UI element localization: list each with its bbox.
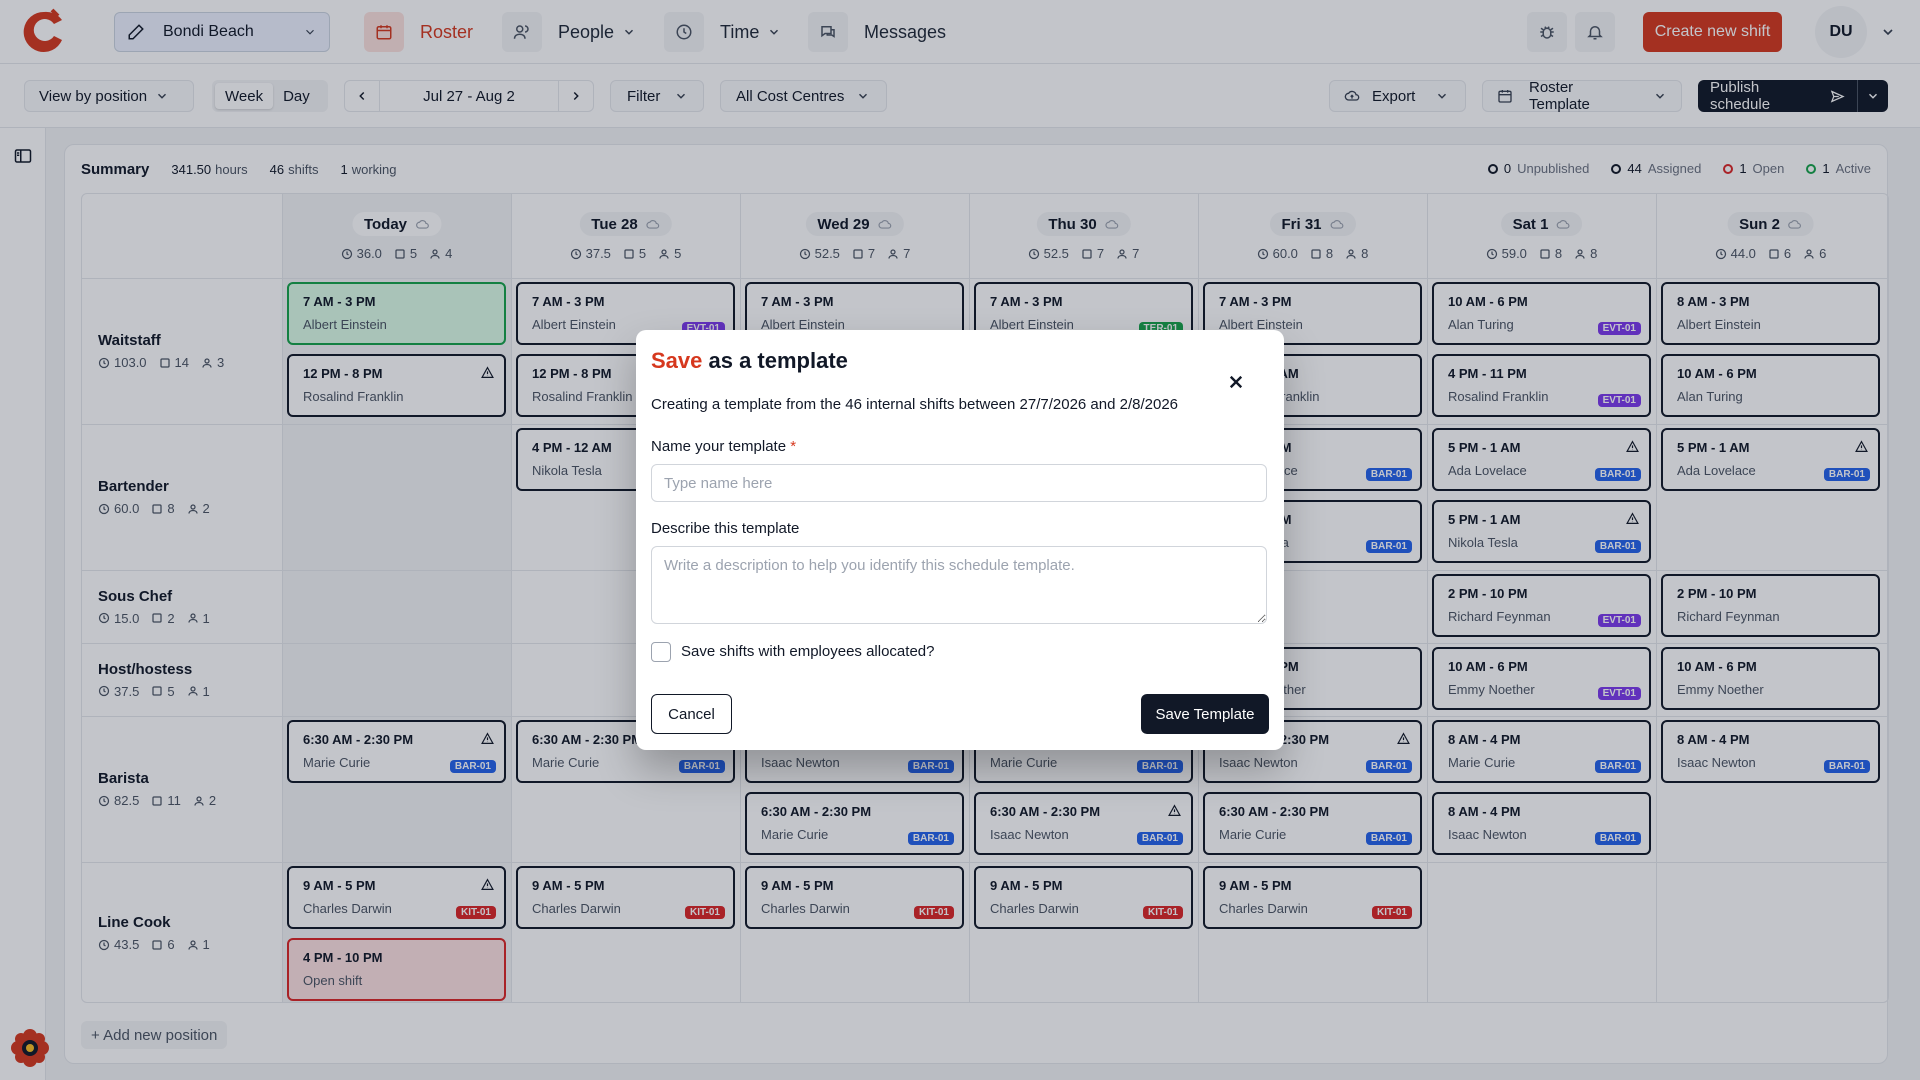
dialog-title: Save as a template: [651, 348, 848, 374]
dialog-title-rest: as a template: [702, 348, 848, 373]
cancel-button[interactable]: Cancel: [651, 694, 732, 734]
close-icon: [1227, 373, 1245, 391]
required-marker: *: [790, 438, 797, 455]
template-description-label: Describe this template: [651, 520, 800, 537]
dialog-title-accent: Save: [651, 348, 703, 373]
template-name-label: Name your template *: [651, 438, 796, 455]
close-dialog-button[interactable]: [1224, 370, 1248, 394]
template-description-textarea[interactable]: [651, 546, 1267, 624]
save-with-employees-label[interactable]: Save shifts with employees allocated?: [681, 643, 934, 660]
dialog-description: Creating a template from the 46 internal…: [651, 396, 1179, 413]
save-template-button[interactable]: Save Template: [1141, 694, 1269, 734]
save-template-dialog: Save as a template Creating a template f…: [636, 330, 1284, 750]
template-name-input[interactable]: [651, 464, 1267, 502]
template-name-label-text: Name your template: [651, 438, 787, 455]
save-with-employees-checkbox[interactable]: [651, 642, 671, 662]
